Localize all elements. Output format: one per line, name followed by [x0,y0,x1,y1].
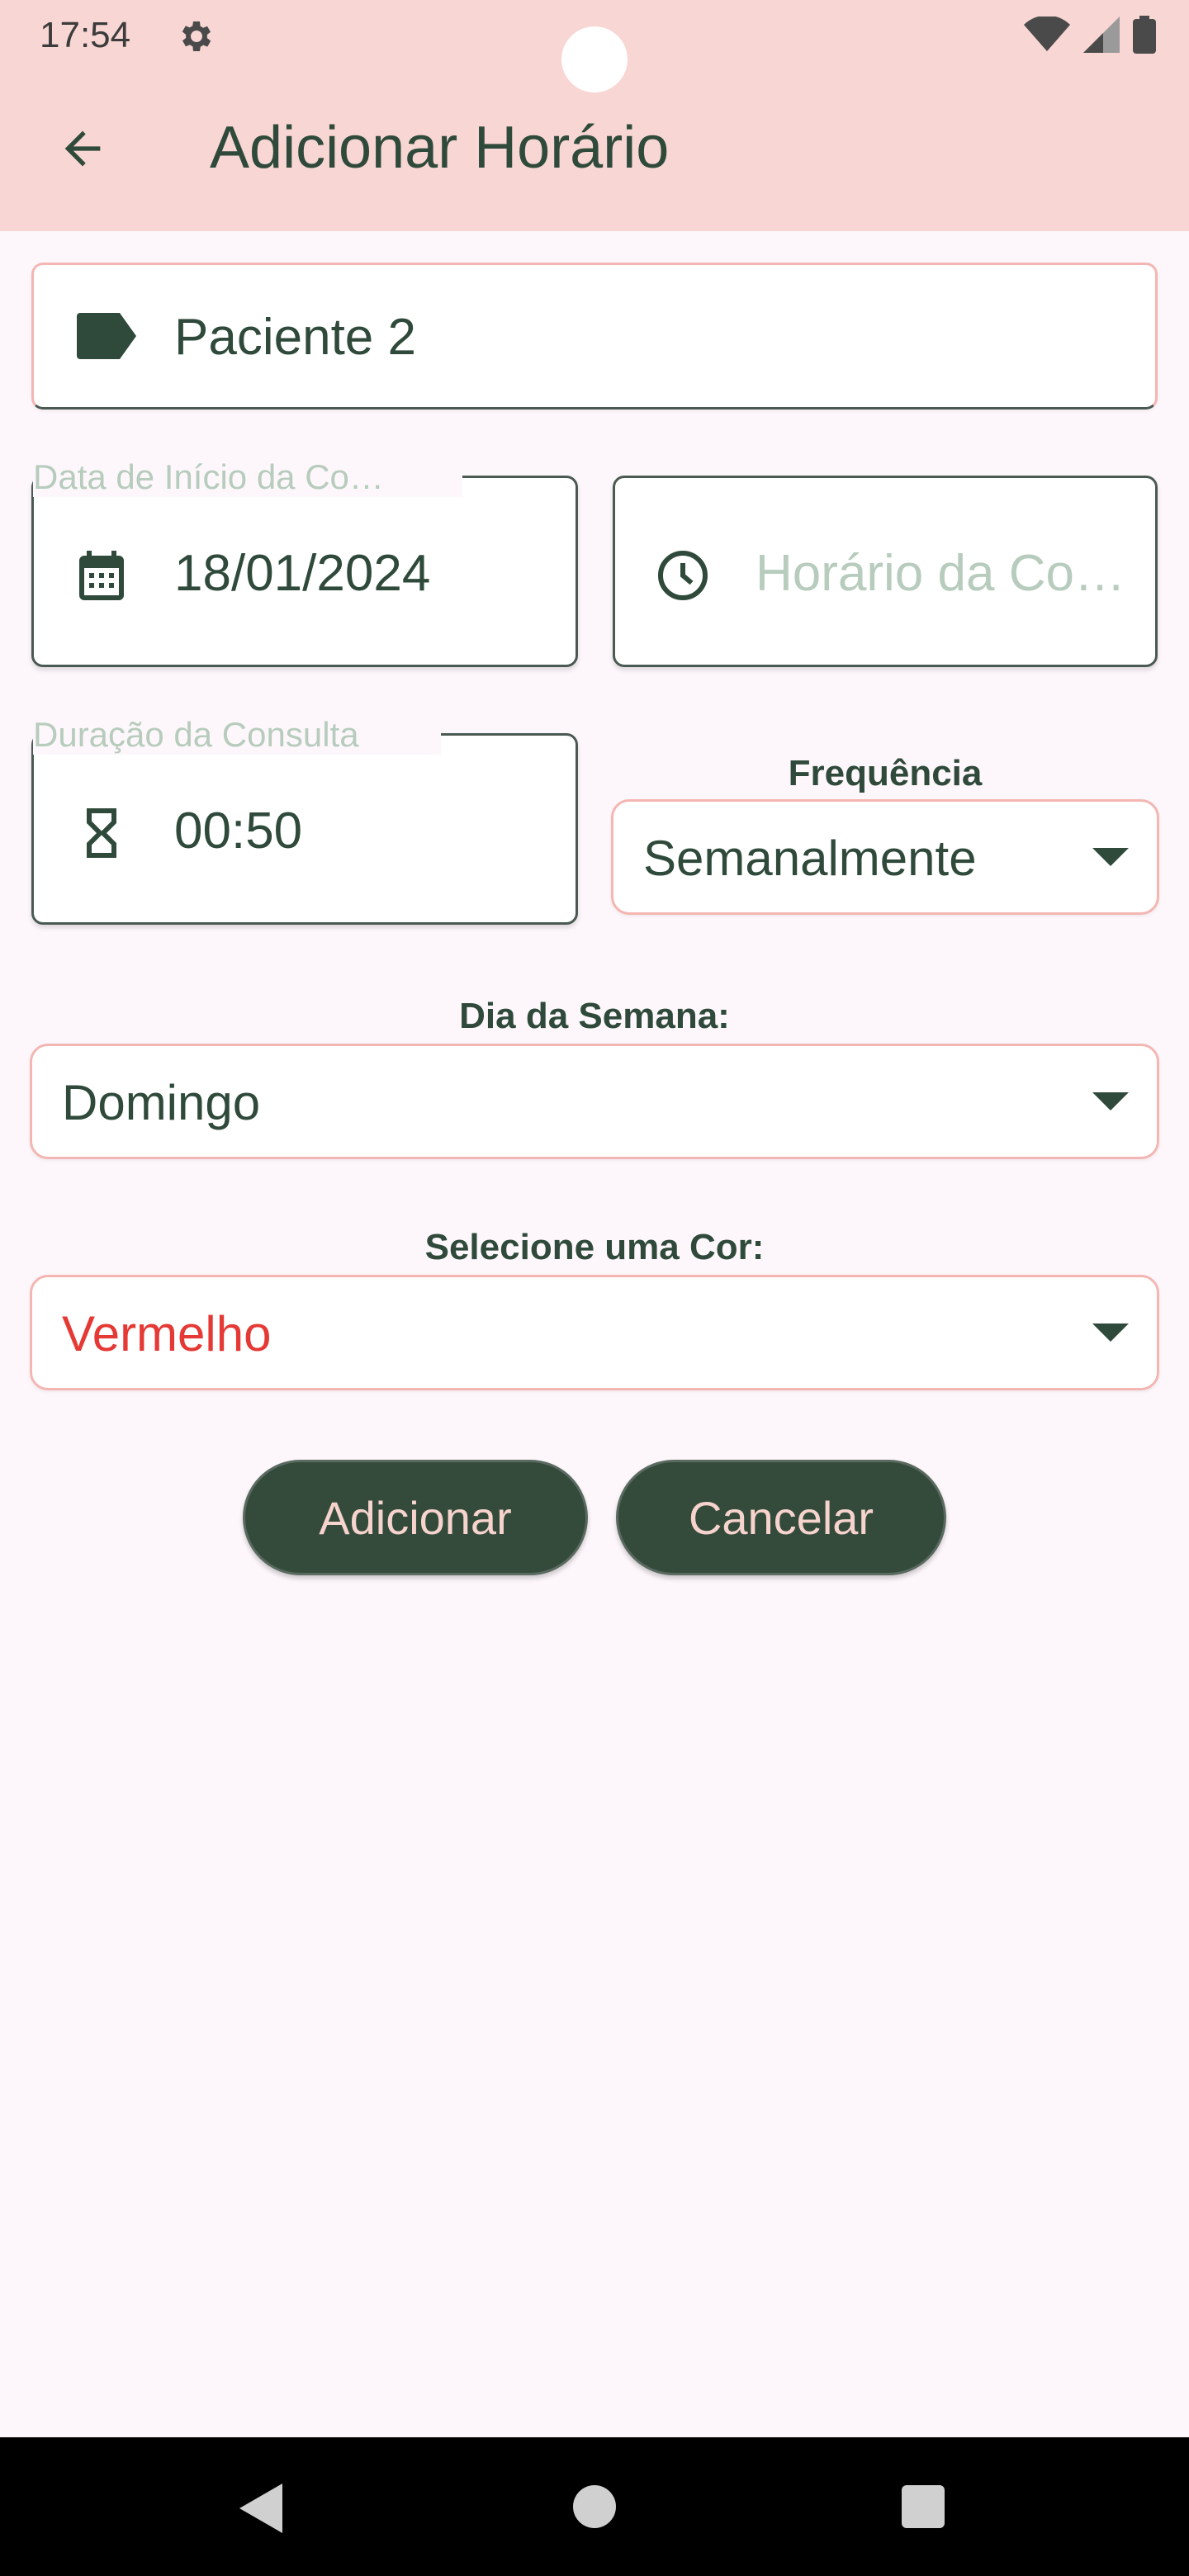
start-date-field[interactable]: 18/01/2024 [31,476,578,667]
duration-field[interactable]: 00:50 [31,733,578,925]
weekday-label: Dia da Semana: [459,996,730,1036]
system-nav-bar [0,2437,1189,2576]
duration-value: 00:50 [174,803,303,859]
frequency-dropdown[interactable]: Semanalmente [611,799,1159,915]
color-selected: Vermelho [62,1306,272,1361]
appointment-time-field[interactable]: Horário da Con… [613,476,1158,667]
color-label: Selecione uma Cor: [424,1227,765,1267]
chevron-down-icon [1092,1324,1129,1342]
nav-recents-icon[interactable] [902,2485,945,2528]
cancel-button[interactable]: Cancelar [616,1460,946,1575]
app-bar: 17:54 Adicionar Horário [0,0,1189,231]
weekday-dropdown[interactable]: Domingo [30,1044,1159,1159]
chevron-down-icon [1092,848,1129,866]
clock-icon [658,550,708,601]
battery-icon [1133,16,1156,54]
weekday-selected: Domingo [62,1075,261,1130]
color-dropdown[interactable]: Vermelho [30,1275,1159,1390]
status-time: 17:54 [40,15,131,55]
hourglass-icon [87,808,116,858]
page-title: Adicionar Horário [210,115,670,181]
duration-label: Duração da Consulta [33,715,441,755]
patient-name-value: Paciente 2 [174,309,416,366]
nav-home-icon[interactable] [573,2485,616,2528]
status-icons [1024,15,1156,54]
cell-signal-icon [1083,17,1120,53]
camera-cutout [561,26,628,92]
nav-back-icon[interactable] [239,2484,286,2533]
wifi-icon [1024,17,1070,51]
add-button[interactable]: Adicionar [243,1460,588,1575]
back-button[interactable] [50,116,116,182]
patient-name-field[interactable]: Paciente 2 [31,263,1158,410]
appointment-time-placeholder: Horário da Con… [756,545,1144,602]
start-date-label: Data de Início da Co… [33,457,462,497]
frequency-label: Frequência [788,753,983,793]
label-tag-icon [77,313,136,359]
calendar-icon [79,551,124,600]
gear-icon [182,21,211,51]
arrow-back-icon [64,130,101,167]
frequency-selected: Semanalmente [643,831,977,886]
start-date-value: 18/01/2024 [174,545,431,602]
chevron-down-icon [1092,1092,1129,1110]
